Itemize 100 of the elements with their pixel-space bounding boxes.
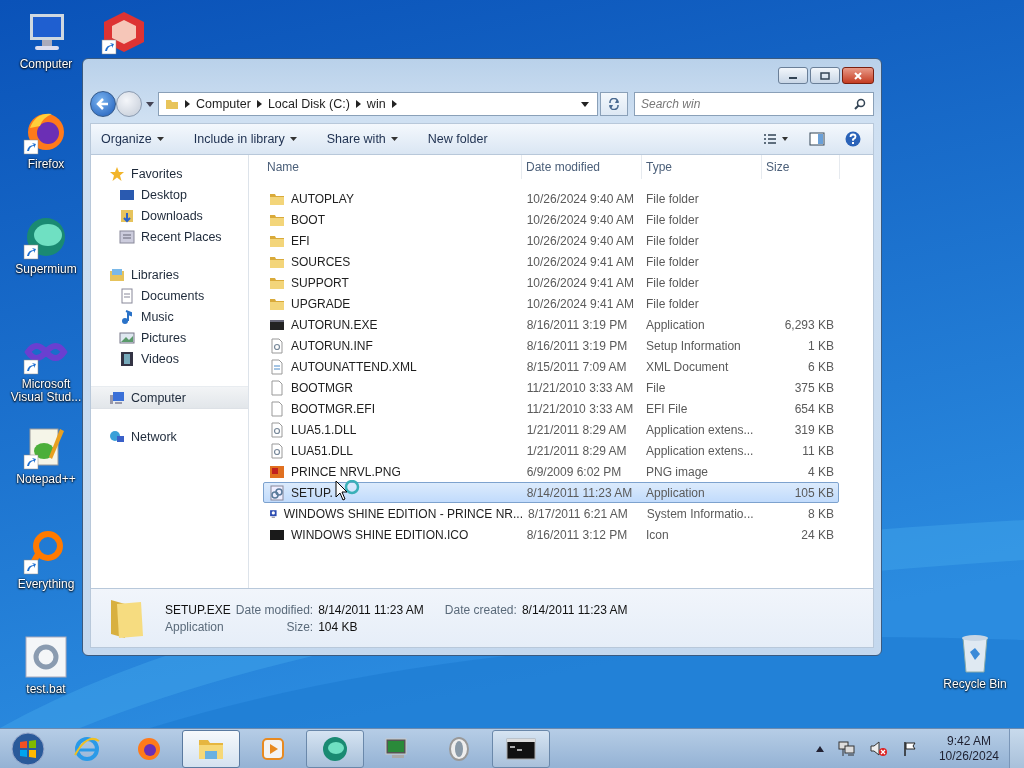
date-cell-text: 6/9/2009 6:02 PM — [525, 464, 623, 479]
icon-label: Computer — [18, 58, 74, 71]
chevron-icon[interactable] — [391, 100, 397, 108]
file-row[interactable]: SOURCES 10/26/2024 9:41 AM File folder — [263, 251, 839, 272]
show-hidden-icons-icon[interactable] — [815, 745, 824, 752]
file-name: BOOTMGR.EFI — [291, 401, 375, 416]
caret-icon[interactable] — [146, 101, 154, 107]
icon-label: Firefox — [26, 158, 66, 171]
breadcrumb-item[interactable]: win — [366, 97, 386, 111]
caret-icon[interactable] — [581, 101, 589, 107]
file-row[interactable]: SETUP. 8/14/2011 11:23 AM Application 105 KB — [263, 482, 839, 503]
file-name: BOOTMGR — [291, 380, 353, 395]
network-icon[interactable] — [837, 740, 856, 757]
size-cell: 4 KB — [808, 464, 834, 479]
size-cell: 8 KB — [808, 506, 834, 521]
nav-item[interactable]: Favorites — [91, 163, 248, 184]
type-cell-text: PNG image — [645, 464, 710, 479]
date-cell-text: 10/26/2024 9:41 AM — [525, 275, 636, 290]
file-row[interactable]: BOOTMGR 11/21/2010 3:33 AM File 375 KB — [263, 377, 839, 398]
column-header[interactable]: Date modified — [522, 155, 642, 179]
file-name: AUTOPLAY — [291, 191, 354, 206]
file-name: BOOT — [291, 212, 325, 227]
breadcrumb-item[interactable]: Computer — [196, 97, 251, 111]
file-icon — [269, 400, 285, 417]
nav-item[interactable]: Music — [91, 306, 248, 327]
date-cell-text: 10/26/2024 9:40 AM — [525, 212, 636, 227]
column-header[interactable]: Type — [642, 155, 762, 179]
date-cell-text: 8/16/2011 3:12 PM — [525, 527, 629, 542]
toolbar-button[interactable]: Include in library — [191, 130, 299, 148]
size-cell: 1 KB — [808, 338, 834, 353]
nav-item[interactable]: Downloads — [91, 205, 248, 226]
type-cell-text: System Informatio... — [645, 506, 755, 521]
file-name: SETUP.EXE — [165, 602, 231, 617]
close-button[interactable] — [842, 67, 874, 84]
type-cell-text: File folder — [645, 254, 700, 269]
type-cell-text: EFI File — [645, 401, 689, 416]
maximize-button[interactable] — [810, 67, 840, 84]
file-row[interactable]: AUTORUN.EXE 8/16/2011 3:19 PM Application 6,293 KB — [263, 314, 839, 335]
file-row[interactable]: PRINCE NRVL.PNG 6/9/2009 6:02 PM PNG image 4 KB — [263, 461, 839, 482]
nav-item[interactable]: Desktop — [91, 184, 248, 205]
nav-icon — [119, 287, 135, 304]
back-icon — [96, 97, 110, 111]
field-value: 104 KB — [318, 619, 359, 634]
nav-item[interactable]: Pictures — [91, 327, 248, 348]
refresh-button[interactable] — [600, 92, 628, 116]
file-row[interactable]: WINDOWS SHINE EDITION - PRINCE NR... 8/17/2011 6:21 AM System Informatio... 8 KB — [263, 503, 839, 524]
file-row[interactable]: UPGRADE 10/26/2024 9:41 AM File folder — [263, 293, 839, 314]
gear-icon[interactable] — [22, 633, 70, 681]
file-row[interactable]: AUTOUNATTEND.XML 8/15/2011 7:09 AM XML Document 6 KB — [263, 356, 839, 377]
address-bar[interactable]: Computer Local Disk (C:) win — [158, 92, 598, 116]
nav-item[interactable]: Documents — [91, 285, 248, 306]
file-row[interactable]: EFI 10/26/2024 9:40 AM File folder — [263, 230, 839, 251]
type-cell-text: File folder — [645, 275, 700, 290]
file-icon — [269, 337, 285, 354]
nav-item[interactable]: Libraries — [91, 264, 248, 285]
type-cell-text: File folder — [645, 296, 700, 311]
file-row[interactable]: SUPPORT 10/26/2024 9:41 AM File folder — [263, 272, 839, 293]
minimize-button[interactable] — [778, 67, 808, 84]
file-row[interactable]: LUA5.1.DLL 1/21/2011 8:29 AM Application extens... 319 KB — [263, 419, 839, 440]
breadcrumb-item[interactable]: Local Disk (C:) — [267, 97, 350, 111]
chevron-icon[interactable] — [355, 100, 361, 108]
type-cell-text: File folder — [645, 191, 700, 206]
date-cell-text: 11/21/2010 3:33 AM — [525, 380, 635, 395]
nav-item[interactable]: Videos — [91, 348, 248, 369]
icon-label: Recycle Bin — [942, 678, 1008, 691]
file-name: WINDOWS SHINE EDITION.ICO — [291, 527, 469, 542]
taskbar-button[interactable] — [492, 729, 550, 768]
file-name: AUTORUN.INF — [291, 338, 373, 353]
type-cell-text: XML Document — [645, 359, 730, 374]
file-icon — [269, 484, 285, 501]
type-cell-text: Application extens... — [645, 422, 755, 437]
refresh-icon — [607, 98, 621, 110]
toolbar-button[interactable]: Organize — [99, 130, 166, 148]
nav-item[interactable]: Network — [91, 426, 248, 447]
muted-speaker-icon[interactable] — [869, 740, 888, 757]
search-icon — [854, 98, 866, 110]
chevron-icon[interactable] — [185, 100, 190, 108]
type-cell-text: Application — [645, 317, 706, 332]
icon-label: Microsoft Visual Stud... — [9, 378, 83, 404]
search-field[interactable]: Search win — [634, 92, 874, 116]
back-button[interactable] — [90, 91, 116, 117]
file-row[interactable]: BOOTMGR.EFI 11/21/2010 3:33 AM EFI File 654 KB — [263, 398, 839, 419]
file-row[interactable]: AUTOPLAY 10/26/2024 9:40 AM File folder — [263, 188, 839, 209]
file-row[interactable]: WINDOWS SHINE EDITION.ICO 8/16/2011 3:12 PM Icon 24 KB — [263, 524, 839, 545]
toolbar-button[interactable]: New folder — [425, 130, 490, 148]
flag-icon[interactable] — [901, 740, 918, 757]
chevron-icon[interactable] — [256, 100, 262, 108]
toolbar-button[interactable]: Share with — [324, 130, 400, 148]
icon-label: Everything — [16, 578, 76, 591]
column-header[interactable]: Name — [263, 155, 522, 179]
nav-icon — [109, 165, 125, 182]
column-header[interactable]: Size — [762, 155, 840, 179]
file-row[interactable]: LUA51.DLL 1/21/2011 8:29 AM Application extens... 11 KB — [263, 440, 839, 461]
file-row[interactable]: AUTORUN.INF 8/16/2011 3:19 PM Setup Information 1 KB — [263, 335, 839, 356]
file-row[interactable]: BOOT 10/26/2024 9:40 AM File folder — [263, 209, 839, 230]
start-button[interactable] — [8, 729, 48, 768]
clock[interactable]: 9:42 AM 10/26/2024 — [932, 733, 1005, 764]
file-type: Application — [165, 619, 225, 634]
nav-item[interactable]: Computer — [91, 386, 248, 409]
nav-item[interactable]: Recent Places — [91, 226, 248, 247]
